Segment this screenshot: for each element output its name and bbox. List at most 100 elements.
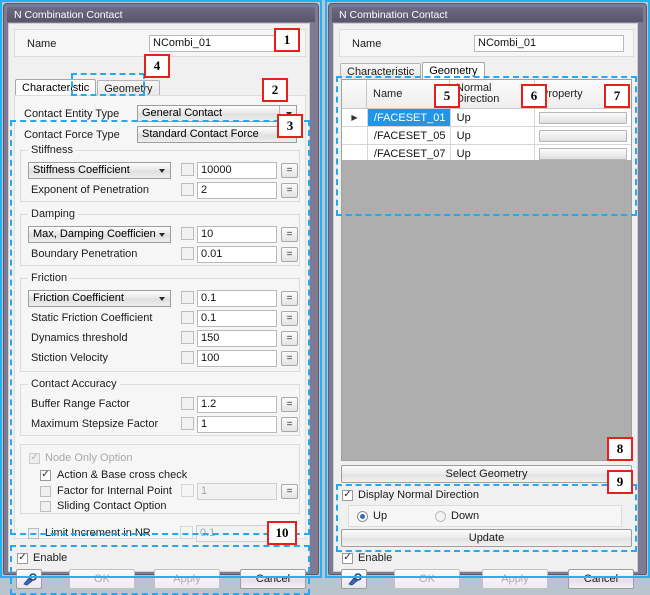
table-cell-normal[interactable]: Up bbox=[451, 109, 536, 126]
table-cell-property[interactable] bbox=[535, 127, 631, 144]
contact-force-type-label: Contact Force Type bbox=[24, 129, 120, 141]
internal-point-label: Factor for Internal Point bbox=[57, 485, 172, 497]
table-cell-name[interactable]: /FACESET_05 bbox=[368, 127, 451, 144]
right-cancel-label: Cancel bbox=[583, 573, 619, 585]
right-ok-button[interactable]: OK bbox=[394, 569, 460, 589]
left-cancel-button[interactable]: Cancel bbox=[240, 569, 306, 589]
display-normal-direction-checkbox[interactable]: ✓ bbox=[342, 489, 353, 501]
exponent-penetration-expression-button[interactable]: = bbox=[281, 183, 298, 198]
table-row[interactable]: ▶ /FACESET_01 Up bbox=[342, 109, 631, 127]
friction-coefficient-expression-button[interactable]: = bbox=[281, 291, 298, 306]
damping-coefficient-input[interactable]: 10 bbox=[197, 226, 277, 243]
right-tool-icon-button[interactable] bbox=[341, 569, 367, 589]
right-tab-characteristic-label: Characteristic bbox=[347, 65, 415, 78]
left-titlebar: N Combination Contact bbox=[7, 7, 315, 22]
buffer-range-expression-button[interactable]: = bbox=[281, 397, 298, 412]
maximum-stepsize-input[interactable]: 1 bbox=[197, 416, 277, 433]
static-friction-expression-button[interactable]: = bbox=[281, 311, 298, 326]
stiffness-coefficient-checkbox[interactable] bbox=[181, 163, 194, 176]
sliding-contact-label: Sliding Contact Option bbox=[57, 500, 167, 512]
right-apply-button[interactable]: Apply bbox=[482, 569, 548, 589]
geometry-table[interactable]: Name Normal Direction Property ▶ /FACESE bbox=[341, 79, 632, 461]
exponent-penetration-checkbox[interactable] bbox=[181, 183, 194, 196]
table-row[interactable]: /FACESET_05 Up bbox=[342, 127, 631, 145]
right-ok-label: OK bbox=[419, 573, 435, 585]
table-header-property-label: Property bbox=[541, 88, 583, 100]
boundary-penetration-expression-button[interactable]: = bbox=[281, 247, 298, 262]
damping-coefficient-value: Max, Damping Coefficient bbox=[33, 228, 155, 240]
right-enable-checkbox[interactable]: ✓ bbox=[342, 552, 353, 564]
static-friction-input[interactable]: 0.1 bbox=[197, 310, 277, 327]
right-cancel-button[interactable]: Cancel bbox=[568, 569, 634, 589]
right-tab-geometry[interactable]: Geometry bbox=[422, 62, 485, 79]
annotation-badge-5: 5 bbox=[434, 84, 460, 108]
radio-up[interactable] bbox=[357, 511, 368, 522]
damping-coefficient-expression-button[interactable]: = bbox=[281, 227, 298, 242]
buffer-range-checkbox[interactable] bbox=[181, 397, 194, 410]
damping-group: Damping Max, Damping Coefficient 10 = Bo… bbox=[20, 208, 300, 266]
chevron-down-icon bbox=[159, 296, 165, 301]
radio-down[interactable] bbox=[435, 511, 446, 522]
boundary-penetration-input[interactable]: 0.01 bbox=[197, 246, 277, 263]
friction-coefficient-value: Friction Coefficient bbox=[33, 292, 124, 304]
dynamics-threshold-expression-button[interactable]: = bbox=[281, 331, 298, 346]
tab-geometry[interactable]: Geometry bbox=[97, 80, 160, 96]
stiffness-title: Stiffness bbox=[28, 144, 76, 156]
select-geometry-button[interactable]: Select Geometry bbox=[341, 465, 632, 483]
dynamics-threshold-checkbox[interactable] bbox=[181, 331, 194, 344]
contact-entity-type-combo[interactable]: General Contact bbox=[137, 105, 297, 122]
damping-coefficient-checkbox[interactable] bbox=[181, 227, 194, 240]
friction-coefficient-combo[interactable]: Friction Coefficient bbox=[28, 290, 171, 307]
internal-point-expression-button[interactable]: = bbox=[281, 484, 298, 499]
stiffness-coefficient-input[interactable]: 10000 bbox=[197, 162, 277, 179]
internal-point-checkbox[interactable] bbox=[40, 486, 51, 497]
stiffness-group: Stiffness Stiffness Coefficient 10000 = … bbox=[20, 144, 300, 202]
annotation-badge-2-label: 2 bbox=[271, 82, 279, 97]
exponent-penetration-label: Exponent of Penetration bbox=[31, 184, 150, 196]
damping-coefficient-combo[interactable]: Max, Damping Coefficient bbox=[28, 226, 171, 243]
table-empty-area[interactable] bbox=[342, 160, 631, 460]
right-name-input[interactable]: NCombi_01 bbox=[474, 35, 624, 52]
annotation-badge-3-label: 3 bbox=[286, 118, 294, 133]
boundary-penetration-checkbox[interactable] bbox=[181, 247, 194, 260]
table-cell-normal[interactable]: Up bbox=[451, 127, 536, 144]
table-cell-name[interactable]: /FACESET_01 bbox=[367, 109, 451, 126]
property-button[interactable] bbox=[539, 111, 627, 124]
stiffness-coefficient-expression-button[interactable]: = bbox=[281, 163, 298, 178]
exponent-penetration-input[interactable]: 2 bbox=[197, 182, 277, 199]
left-tool-icon-button[interactable] bbox=[16, 569, 42, 589]
stiction-velocity-expression-button[interactable]: = bbox=[281, 351, 298, 366]
dynamics-threshold-input[interactable]: 150 bbox=[197, 330, 277, 347]
property-button[interactable] bbox=[539, 129, 627, 142]
friction-coefficient-checkbox[interactable] bbox=[181, 291, 194, 304]
friction-coefficient-input[interactable]: 0.1 bbox=[197, 290, 277, 307]
chevron-down-icon bbox=[159, 232, 165, 237]
limit-increment-input: 0.1 bbox=[196, 525, 276, 542]
sliding-contact-checkbox[interactable] bbox=[40, 501, 51, 512]
maximum-stepsize-expression-button[interactable]: = bbox=[281, 417, 298, 432]
maximum-stepsize-checkbox[interactable] bbox=[181, 417, 194, 430]
limit-increment-checkbox[interactable] bbox=[28, 528, 39, 539]
stiffness-coefficient-combo[interactable]: Stiffness Coefficient bbox=[28, 162, 171, 179]
table-cell-property[interactable] bbox=[535, 109, 631, 126]
right-tab-characteristic[interactable]: Characteristic bbox=[340, 63, 422, 79]
stiction-velocity-checkbox[interactable] bbox=[181, 351, 194, 364]
left-apply-button[interactable]: Apply bbox=[154, 569, 220, 589]
equals-icon: = bbox=[286, 184, 293, 196]
equals-icon: = bbox=[286, 228, 293, 240]
static-friction-checkbox[interactable] bbox=[181, 311, 194, 324]
left-enable-checkbox[interactable]: ✓ bbox=[17, 552, 28, 564]
equals-icon: = bbox=[286, 248, 293, 260]
wrench-object-icon bbox=[347, 572, 362, 585]
damping-title: Damping bbox=[28, 208, 79, 220]
contact-force-type-combo[interactable]: Standard Contact Force bbox=[137, 126, 297, 143]
left-ok-button[interactable]: OK bbox=[69, 569, 135, 589]
stiction-velocity-input[interactable]: 100 bbox=[197, 350, 277, 367]
update-button[interactable]: Update bbox=[341, 529, 632, 547]
right-dialog-window: N Combination Contact Name NCombi_01 Cha… bbox=[328, 3, 647, 589]
cross-check-checkbox[interactable]: ✓ bbox=[40, 469, 51, 481]
buffer-range-input[interactable]: 1.2 bbox=[197, 396, 277, 413]
property-button[interactable] bbox=[539, 147, 627, 160]
stiction-velocity-label: Stiction Velocity bbox=[31, 352, 109, 364]
tab-characteristic[interactable]: Characteristic bbox=[15, 79, 97, 96]
